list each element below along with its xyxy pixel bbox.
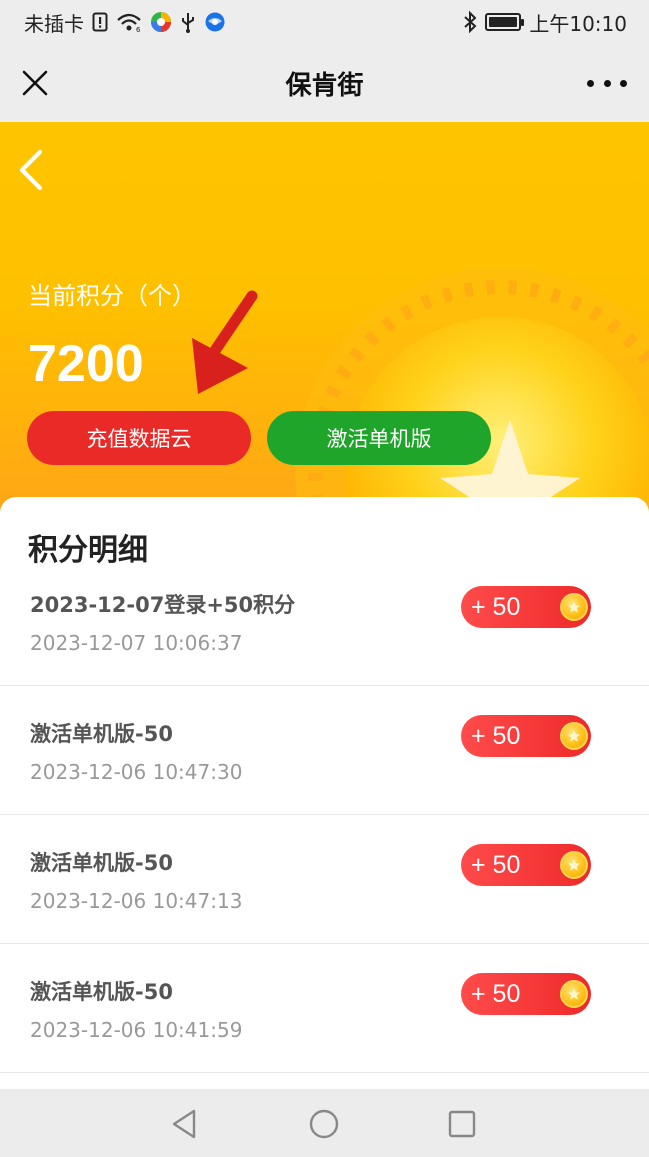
coin-star-icon xyxy=(560,980,588,1008)
badge-amount: + 50 xyxy=(471,721,521,750)
more-button[interactable] xyxy=(587,70,627,96)
record-time: 2023-12-07 10:06:37 xyxy=(30,631,243,655)
coin-star-icon xyxy=(560,722,588,750)
list-item[interactable]: 激活单机版-50 2023-12-06 10:41:59 + 50 xyxy=(0,944,649,1073)
coin-star-icon xyxy=(560,851,588,879)
close-button[interactable] xyxy=(18,66,52,100)
status-time: 上午10:10 xyxy=(529,11,627,36)
status-left: 未插卡 6 xyxy=(24,8,226,37)
nav-home-button[interactable] xyxy=(307,1107,341,1141)
coin-star-icon xyxy=(560,593,588,621)
record-time: 2023-12-06 10:47:30 xyxy=(30,760,243,784)
chevron-left-icon xyxy=(19,149,43,191)
triangle-back-icon xyxy=(172,1109,196,1139)
bluetooth-icon xyxy=(463,11,477,33)
back-button[interactable] xyxy=(14,146,54,194)
points-label: 当前积分（个） xyxy=(28,282,196,310)
title-bar: 保肯街 xyxy=(0,44,649,122)
record-time: 2023-12-06 10:41:59 xyxy=(30,1018,243,1042)
points-detail-card: 积分明细 2023-12-07登录+50积分 2023-12-07 10:06:… xyxy=(0,497,649,1089)
more-dots-icon xyxy=(587,79,594,87)
points-badge: + 50 xyxy=(461,844,591,886)
red-arrow-icon xyxy=(192,290,258,394)
nav-back-button[interactable] xyxy=(168,1107,202,1141)
system-nav-bar xyxy=(0,1089,649,1157)
record-time: 2023-12-06 10:47:13 xyxy=(30,889,243,913)
status-right: 上午10:10 xyxy=(463,8,627,37)
badge-amount: + 50 xyxy=(471,979,521,1008)
record-title: 激活单机版-50 xyxy=(30,722,173,746)
points-value: 7200 xyxy=(28,335,144,393)
record-title: 激活单机版-50 xyxy=(30,980,173,1004)
list-item[interactable]: 激活单机版-50 2023-12-06 10:47:30 + 50 xyxy=(0,686,649,815)
list-item[interactable]: 2023-12-07登录+50积分 2023-12-07 10:06:37 + … xyxy=(0,557,649,686)
battery-icon xyxy=(485,13,525,31)
wifi-icon: 6 xyxy=(116,12,142,32)
record-title: 2023-12-07登录+50积分 xyxy=(30,593,296,617)
svg-text:6: 6 xyxy=(136,26,141,32)
recharge-button[interactable]: 充值数据云 xyxy=(27,411,251,465)
record-title: 激活单机版-50 xyxy=(30,851,173,875)
badge-amount: + 50 xyxy=(471,850,521,879)
nav-recent-button[interactable] xyxy=(445,1107,479,1141)
points-hero: 当前积分（个） 7200 充值数据云 激活单机版 xyxy=(0,122,649,522)
carrier-text: 未插卡 xyxy=(24,11,84,36)
points-badge: + 50 xyxy=(461,973,591,1015)
square-recent-icon xyxy=(448,1110,476,1138)
list-item[interactable]: 激活单机版-50 2023-12-06 10:47:13 + 50 xyxy=(0,815,649,944)
badge-amount: + 50 xyxy=(471,592,521,621)
browser-globe-icon xyxy=(204,11,226,33)
activate-button[interactable]: 激活单机版 xyxy=(267,411,491,465)
close-icon xyxy=(22,70,48,96)
page-title: 保肯街 xyxy=(285,70,364,101)
status-bar: 未插卡 6 上午10:10 xyxy=(0,0,649,44)
points-badge: + 50 xyxy=(461,715,591,757)
sim-alert-icon xyxy=(92,12,108,32)
circle-home-icon xyxy=(309,1109,339,1139)
app-colorful-icon xyxy=(150,11,172,33)
points-badge: + 50 xyxy=(461,586,591,628)
usb-icon xyxy=(180,11,196,33)
coin-decoration-icon xyxy=(295,267,649,522)
